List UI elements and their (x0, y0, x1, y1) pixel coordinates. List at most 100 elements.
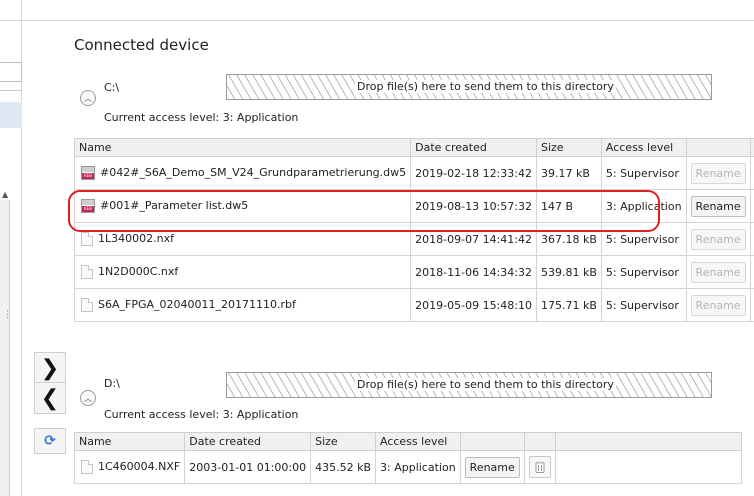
file-date: 2018-09-07 14:41:42 (410, 222, 537, 256)
file-name: 1N2D000C.nxf (98, 265, 179, 278)
document-icon (81, 298, 93, 312)
file-access: 5: Supervisor (600, 222, 687, 256)
delete-cell (523, 450, 556, 484)
column-header-delete (523, 432, 556, 451)
section-title: Connected device (74, 36, 209, 54)
file-name-cell: #042#_S6A_Demo_SM_V24_Grundparametrierun… (73, 156, 412, 190)
file-name-cell: 1C460004.NXF (73, 450, 186, 484)
refresh-icon: ⟳ (44, 433, 56, 449)
filler-cell (554, 450, 743, 484)
column-header-rename (459, 432, 525, 451)
collapse-drive-c-button[interactable]: ︿ (80, 90, 96, 106)
file-size: 539.81 kB (535, 255, 602, 289)
collapse-drive-d-button[interactable]: ︿ (80, 390, 96, 406)
column-header-access[interactable]: Access level (375, 432, 461, 451)
file-name-cell: 1N2D000C.nxf (73, 255, 412, 289)
left-scrollbar[interactable] (0, 200, 10, 496)
rename-button[interactable]: Rename (690, 261, 746, 283)
drive-label-c: C:\ (104, 81, 120, 94)
file-name: #001#_Parameter list.dw5 (100, 199, 249, 212)
file-name-cell: 1L340002.nxf (73, 222, 412, 256)
file-access: 3: Application (375, 450, 461, 484)
file-date: 2003-01-01 01:00:00 (184, 450, 312, 484)
file-access: 5: Supervisor (600, 156, 687, 190)
column-header-delete (749, 138, 754, 157)
rename-cell: Rename (685, 222, 751, 256)
document-icon (81, 232, 93, 246)
table-row[interactable]: 1C460004.NXF 2003-01-01 01:00:00 435.52 … (73, 450, 743, 484)
delete-button[interactable] (528, 456, 551, 478)
column-header-size[interactable]: Size (535, 138, 602, 157)
delete-cell (749, 156, 754, 190)
dropzone-c[interactable]: Drop file(s) here to send them to this d… (226, 74, 712, 100)
delete-cell (749, 222, 754, 256)
chevron-left-icon: ❮ (40, 385, 60, 411)
file-name: #042#_S6A_Demo_SM_V24_Grundparametrierun… (100, 166, 407, 179)
column-header-date[interactable]: Date created (410, 138, 537, 157)
splitter-grip-icon[interactable]: ⋮ (3, 310, 12, 320)
document-icon (81, 265, 93, 279)
file-access: 3: Application (600, 189, 687, 223)
dropzone-text: Drop file(s) here to send them to this d… (355, 80, 616, 93)
column-header-size[interactable]: Size (310, 432, 376, 451)
access-level-c: Current access level: 3: Application (104, 111, 299, 124)
column-header-date[interactable]: Date created (184, 432, 312, 451)
column-header-name[interactable]: Name (73, 138, 412, 157)
rename-button[interactable]: Rename (690, 195, 746, 217)
left-selected-row[interactable] (0, 102, 22, 128)
left-search-input[interactable] (0, 62, 22, 82)
file-access: 5: Supervisor (600, 288, 687, 322)
file-table-d: Name Date created Size Access level 1C46… (73, 432, 743, 484)
file-size: 175.71 kB (535, 288, 602, 322)
rename-cell: Rename (685, 156, 751, 190)
column-header-name[interactable]: Name (73, 432, 186, 451)
rename-button[interactable]: Rename (690, 294, 746, 316)
column-header-filler (554, 432, 743, 451)
file-size: 147 B (535, 189, 602, 223)
chevron-right-icon: ❯ (40, 355, 60, 381)
file-date: 2018-11-06 14:34:32 (410, 255, 537, 289)
chevron-up-icon: ︿ (84, 393, 92, 403)
table-row[interactable]: #042#_S6A_Demo_SM_V24_Grundparametrierun… (73, 156, 754, 190)
rename-button[interactable]: Rename (464, 456, 520, 478)
column-header-access[interactable]: Access level (600, 138, 687, 157)
rename-button[interactable]: Rename (690, 228, 746, 250)
file-name: S6A_FPGA_02040011_20171110.rbf (98, 298, 296, 311)
file-access: 5: Supervisor (600, 255, 687, 289)
rename-cell: Rename (685, 255, 751, 289)
rename-cell: Rename (685, 189, 751, 223)
file-size: 39.17 kB (535, 156, 602, 190)
divider (0, 20, 60, 21)
file-size: 435.52 kB (310, 450, 376, 484)
dropzone-d[interactable]: Drop file(s) here to send them to this d… (226, 372, 712, 398)
file-name-cell: S6A_FPGA_02040011_20171110.rbf (73, 288, 412, 322)
scroll-up-arrow-icon[interactable]: ▲ (2, 190, 8, 199)
table-row[interactable]: S6A_FPGA_02040011_20171110.rbf 2019-05-0… (73, 288, 754, 322)
receive-from-device-button[interactable]: ❮ (34, 382, 66, 414)
table-row[interactable]: 1N2D000C.nxf 2018-11-06 14:34:32 539.81 … (73, 255, 754, 289)
rename-cell: Rename (685, 288, 751, 322)
file-size: 367.18 kB (535, 222, 602, 256)
file-name: 1C460004.NXF (98, 460, 181, 473)
table-row[interactable]: 1L340002.nxf 2018-09-07 14:41:42 367.18 … (73, 222, 754, 256)
send-to-device-button[interactable]: ❯ (34, 352, 66, 384)
drive-label-d: D:\ (104, 377, 120, 390)
file-date: 2019-05-09 15:48:10 (410, 288, 537, 322)
keb-file-icon (81, 199, 95, 213)
table-row[interactable]: #001#_Parameter list.dw5 2019-08-13 10:5… (73, 189, 754, 223)
rename-button[interactable]: Rename (690, 162, 746, 184)
file-date: 2019-08-13 10:57:32 (410, 189, 537, 223)
delete-cell (749, 255, 754, 289)
column-header-rename (685, 138, 751, 157)
document-icon (81, 460, 93, 474)
refresh-button[interactable]: ⟳ (34, 428, 66, 454)
keb-file-icon (81, 166, 95, 180)
file-date: 2019-02-18 12:33:42 (410, 156, 537, 190)
access-level-d: Current access level: 3: Application (104, 408, 299, 421)
delete-cell (749, 288, 754, 322)
delete-cell (749, 189, 754, 223)
file-name-cell: #001#_Parameter list.dw5 (73, 189, 412, 223)
file-name: 1L340002.nxf (98, 232, 174, 245)
file-table-c: Name Date created Size Access level #042… (73, 138, 754, 322)
rename-cell: Rename (459, 450, 525, 484)
